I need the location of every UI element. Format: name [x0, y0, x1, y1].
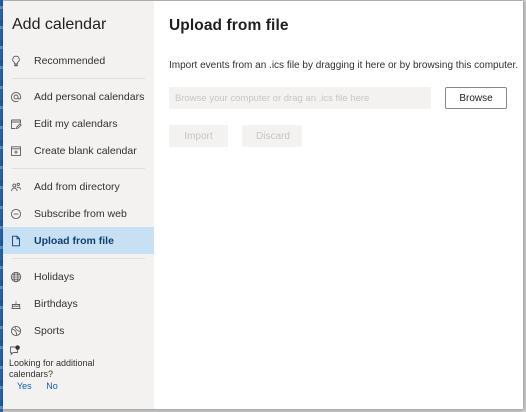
feedback-icon [10, 345, 20, 356]
divider [12, 258, 145, 259]
sidebar-item-label: Create blank calendar [34, 144, 137, 157]
sports-icon [9, 324, 23, 338]
sidebar: Add calendar Recommended Add personal ca… [3, 1, 154, 409]
feedback-yes-link[interactable]: Yes [17, 381, 32, 391]
upload-description: Import events from an .ics file by dragg… [169, 60, 519, 71]
sidebar-item-label: Subscribe from web [34, 207, 127, 220]
sidebar-item-label: Recommended [34, 54, 106, 67]
page-title: Upload from file [169, 17, 289, 34]
sidebar-item-create-blank-calendar[interactable]: Create blank calendar [3, 137, 154, 164]
cake-icon [9, 297, 23, 311]
feedback-prompt: Looking for additional calendars? Yes No [9, 345, 119, 392]
sidebar-title: Add calendar [12, 16, 107, 33]
file-drop-input[interactable] [169, 87, 431, 109]
divider [12, 78, 145, 79]
sidebar-item-add-personal-calendars[interactable]: Add personal calendars [3, 83, 154, 110]
main-panel: Upload from file Import events from an .… [154, 1, 523, 409]
globe-icon [9, 270, 23, 284]
browse-button[interactable]: Browse [445, 87, 507, 109]
sidebar-item-edit-my-calendars[interactable]: Edit my calendars [3, 110, 154, 137]
sidebar-item-label: Birthdays [34, 297, 78, 310]
action-buttons: Import Discard [169, 125, 523, 147]
link-icon [9, 207, 23, 221]
feedback-question: Looking for additional calendars? [9, 358, 95, 379]
feedback-no-link[interactable]: No [46, 381, 58, 391]
document-icon [9, 234, 23, 248]
sidebar-item-label: Sports [34, 324, 65, 337]
sidebar-item-add-from-directory[interactable]: Add from directory [3, 173, 154, 200]
sidebar-item-birthdays[interactable]: Birthdays [3, 290, 154, 317]
sidebar-item-recommended[interactable]: Recommended [3, 47, 154, 74]
lightbulb-icon [9, 54, 23, 68]
import-button[interactable]: Import [169, 125, 228, 147]
sidebar-item-subscribe-from-web[interactable]: Subscribe from web [3, 200, 154, 227]
sidebar-item-holidays[interactable]: Holidays [3, 263, 154, 290]
discard-button[interactable]: Discard [242, 125, 302, 147]
sidebar-item-label: Add from directory [34, 180, 120, 193]
sidebar-item-label: Holidays [34, 270, 75, 283]
divider [12, 168, 145, 169]
calendar-add-icon [9, 144, 23, 158]
sidebar-item-label: Edit my calendars [34, 117, 118, 130]
sidebar-item-sports[interactable]: Sports [3, 317, 154, 344]
at-sign-icon [9, 90, 23, 104]
calendar-edit-icon [9, 117, 23, 131]
people-icon [9, 180, 23, 194]
sidebar-item-label: Upload from file [34, 234, 114, 247]
add-calendar-dialog: Add calendar Recommended Add personal ca… [3, 1, 523, 409]
file-picker-row: Browse [169, 87, 523, 109]
sidebar-item-upload-from-file[interactable]: Upload from file [3, 227, 154, 254]
feedback-links: Yes No [9, 381, 119, 392]
sidebar-item-label: Add personal calendars [34, 90, 145, 103]
